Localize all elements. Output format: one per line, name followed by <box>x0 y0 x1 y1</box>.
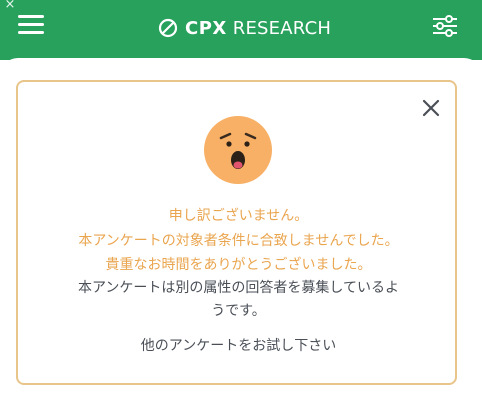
window-close-icon[interactable]: × <box>3 0 17 12</box>
astonished-face-icon <box>204 116 272 184</box>
message-card: 申し訳ございません。 本アンケートの対象者条件に合致しませんでした。 貴重なお時… <box>16 80 457 385</box>
close-icon-graphic <box>422 99 440 117</box>
content-panel: 申し訳ございません。 本アンケートの対象者条件に合致しませんでした。 貴重なお時… <box>0 58 482 400</box>
sliders-settings-icon[interactable] <box>432 14 458 38</box>
brand-logo: CPX RESEARCH <box>158 14 331 42</box>
screen: × CPX RESEARCH 申し訳ございません。 本アンケートの対象者条件に合… <box>0 0 482 400</box>
app-header: × CPX RESEARCH <box>0 0 482 60</box>
emoji-graphic <box>204 116 272 184</box>
hamburger-menu-icon[interactable] <box>18 14 46 36</box>
menu-line <box>18 15 44 18</box>
explanation-text-continued: うです。 <box>211 303 266 319</box>
not-eligible-text: 本アンケートの対象者条件に合致しませんでした。 <box>78 233 399 249</box>
brand-name-bold: CPX <box>185 17 227 39</box>
menu-line <box>18 23 44 26</box>
try-other-survey-text: 他のアンケートをお試し下さい <box>140 338 337 354</box>
explanation-text: 本アンケートは別の属性の回答者を募集しているよ <box>77 280 400 296</box>
apology-text: 申し訳ございません。 <box>168 208 309 224</box>
sliders-icon-graphic <box>433 15 457 37</box>
brand-name-light: RESEARCH <box>232 17 332 39</box>
thank-you-text: 貴重なお時間をありがとうございました。 <box>105 257 372 273</box>
close-icon[interactable] <box>420 97 442 119</box>
menu-line <box>18 31 44 34</box>
logo-mark-icon <box>158 18 178 38</box>
